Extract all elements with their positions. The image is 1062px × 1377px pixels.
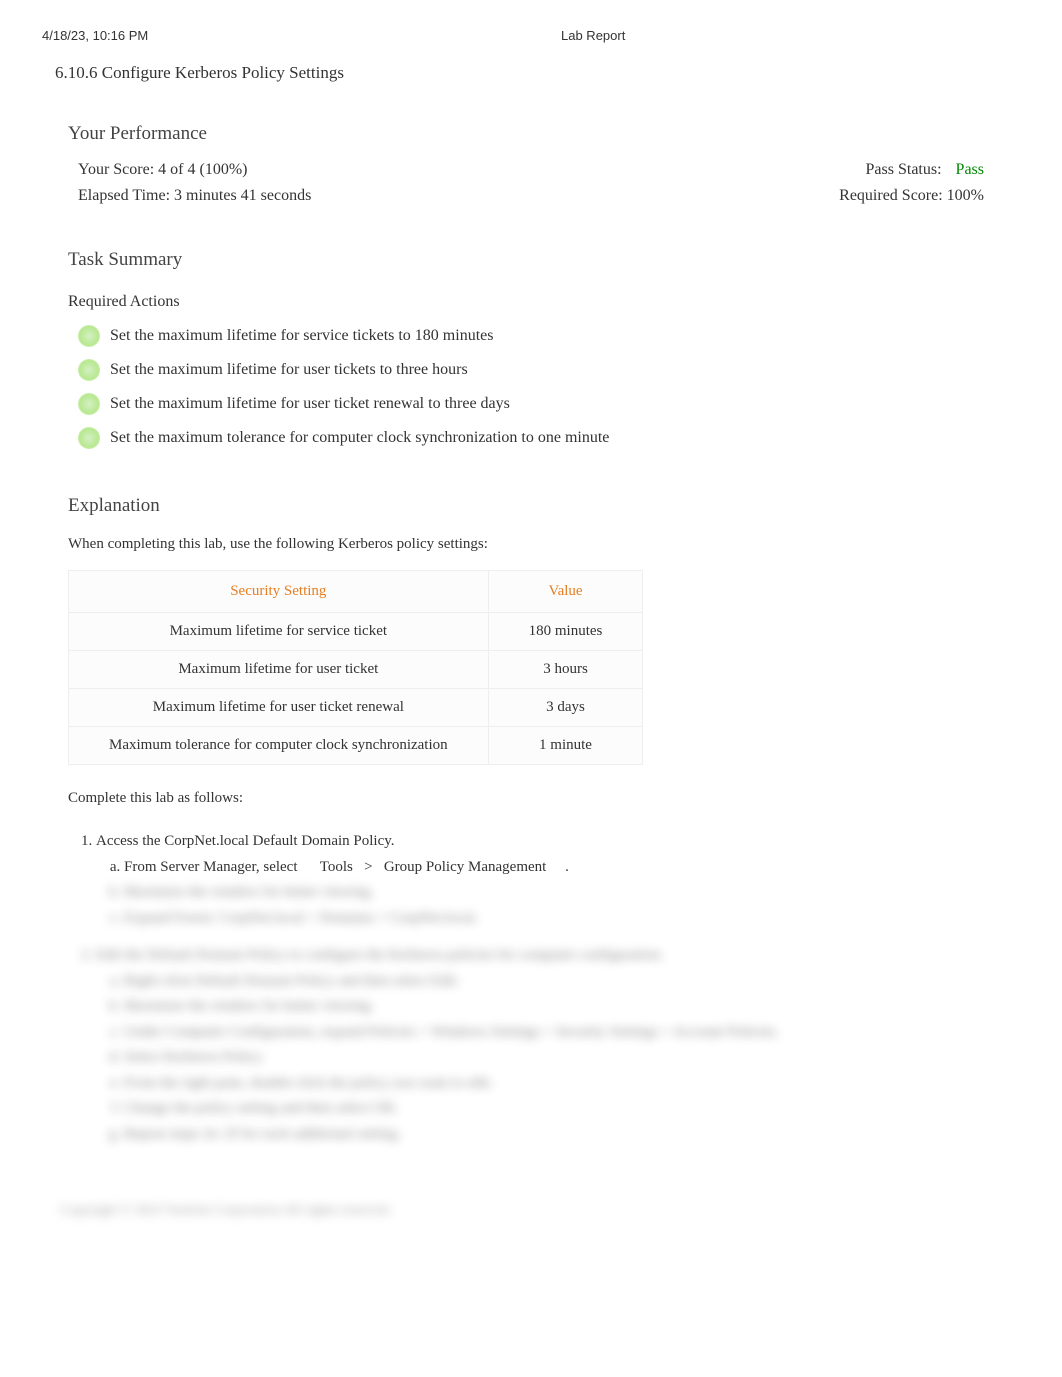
time-row: Elapsed Time: 3 minutes 41 seconds Requi… — [68, 183, 994, 209]
required-actions-heading: Required Actions — [68, 283, 994, 319]
required-score: Required Score: 100% — [839, 187, 984, 205]
substep-item-blurred: Change the policy setting and then selec… — [124, 1096, 994, 1122]
table-row: Maximum lifetime for user ticket renewal… — [69, 688, 643, 726]
substeps-list: From Server Manager, select Tools > Grou… — [96, 855, 994, 932]
substep-item-blurred: From the right pane, double-click the po… — [124, 1071, 994, 1097]
substep-item-blurred: Maximize the window for better viewing. — [124, 994, 994, 1020]
list-item: Set the maximum lifetime for service tic… — [78, 319, 994, 353]
substep-gpm: Group Policy Management — [384, 859, 546, 875]
list-item: Set the maximum lifetime for user ticket… — [78, 387, 994, 421]
action-list: Set the maximum lifetime for service tic… — [68, 319, 994, 455]
action-text: Set the maximum lifetime for user ticket… — [110, 361, 468, 379]
substep-item: From Server Manager, select Tools > Grou… — [124, 855, 994, 881]
action-text: Set the maximum lifetime for user ticket… — [110, 395, 510, 413]
explanation-heading: Explanation — [68, 475, 994, 529]
task-summary-section: Task Summary Required Actions Set the ma… — [0, 219, 1062, 465]
table-cell: 3 days — [488, 688, 643, 726]
pass-status-label: Pass Status: — [866, 161, 942, 178]
score-row: Your Score: 4 of 4 (100%) Pass Status: P… — [68, 157, 994, 183]
table-cell: 180 minutes — [488, 612, 643, 650]
table-row: Maximum lifetime for user ticket 3 hours — [69, 650, 643, 688]
substep-item-blurred: Under Computer Configuration, expand Pol… — [124, 1020, 994, 1046]
header-title: Lab Report — [501, 28, 1020, 43]
action-text: Set the maximum tolerance for computer c… — [110, 429, 609, 447]
explanation-section: Explanation When completing this lab, us… — [0, 465, 1062, 1163]
task-summary-heading: Task Summary — [68, 229, 994, 283]
page-header: 4/18/23, 10:16 PM Lab Report — [0, 0, 1062, 43]
table-cell: Maximum tolerance for computer clock syn… — [69, 726, 489, 764]
table-cell: Maximum lifetime for user ticket — [69, 650, 489, 688]
page-title: 6.10.6 Configure Kerberos Policy Setting… — [0, 43, 1062, 93]
substep-text-prefix: From Server Manager, select — [124, 859, 298, 875]
step-item: Access the CorpNet.local Default Domain … — [96, 823, 994, 937]
table-cell: Maximum lifetime for service ticket — [69, 612, 489, 650]
substep-suffix: . — [565, 859, 569, 875]
substep-item-blurred: Right-click Default Domain Policy and th… — [124, 969, 994, 995]
explanation-intro: When completing this lab, use the follow… — [68, 529, 994, 570]
substep-sep: > — [364, 859, 372, 875]
elapsed-time: Elapsed Time: 3 minutes 41 seconds — [78, 187, 311, 205]
step-text: Edit the Default Domain Policy to config… — [96, 947, 664, 963]
substep-tools: Tools — [320, 859, 353, 875]
check-icon — [78, 427, 100, 449]
settings-table: Security Setting Value Maximum lifetime … — [68, 570, 643, 765]
step-text: Access the CorpNet.local Default Domain … — [96, 833, 395, 849]
pass-status-wrap: Pass Status: Pass — [866, 161, 984, 179]
list-item: Set the maximum tolerance for computer c… — [78, 421, 994, 455]
substep-item-blurred: Maximize the window for better viewing. — [124, 880, 994, 906]
complete-text: Complete this lab as follows: — [68, 783, 994, 824]
performance-heading: Your Performance — [68, 103, 994, 157]
table-row: Maximum tolerance for computer clock syn… — [69, 726, 643, 764]
step-item-blurred: Edit the Default Domain Policy to config… — [96, 937, 994, 1153]
substep-item-blurred: Select Kerberos Policy. — [124, 1045, 994, 1071]
table-header-row: Security Setting Value — [69, 570, 643, 612]
table-header: Security Setting — [69, 570, 489, 612]
substep-item-blurred: Expand Forest: CorpNet.local > Domains >… — [124, 906, 994, 932]
check-icon — [78, 393, 100, 415]
steps-list: Access the CorpNet.local Default Domain … — [68, 823, 994, 1153]
substep-item-blurred: Repeat steps 2e–2f for each additional s… — [124, 1122, 994, 1148]
table-cell: Maximum lifetime for user ticket renewal — [69, 688, 489, 726]
table-cell: 1 minute — [488, 726, 643, 764]
substeps-list: Right-click Default Domain Policy and th… — [96, 969, 994, 1148]
copyright: Copyright © 2023 TestOut Corporation All… — [0, 1163, 1062, 1259]
table-cell: 3 hours — [488, 650, 643, 688]
table-header: Value — [488, 570, 643, 612]
action-text: Set the maximum lifetime for service tic… — [110, 327, 493, 345]
table-row: Maximum lifetime for service ticket 180 … — [69, 612, 643, 650]
list-item: Set the maximum lifetime for user ticket… — [78, 353, 994, 387]
pass-status-value: Pass — [956, 161, 984, 178]
score-label: Your Score: 4 of 4 (100%) — [78, 161, 247, 179]
performance-section: Your Performance Your Score: 4 of 4 (100… — [0, 93, 1062, 219]
check-icon — [78, 325, 100, 347]
check-icon — [78, 359, 100, 381]
header-datetime: 4/18/23, 10:16 PM — [42, 28, 501, 43]
